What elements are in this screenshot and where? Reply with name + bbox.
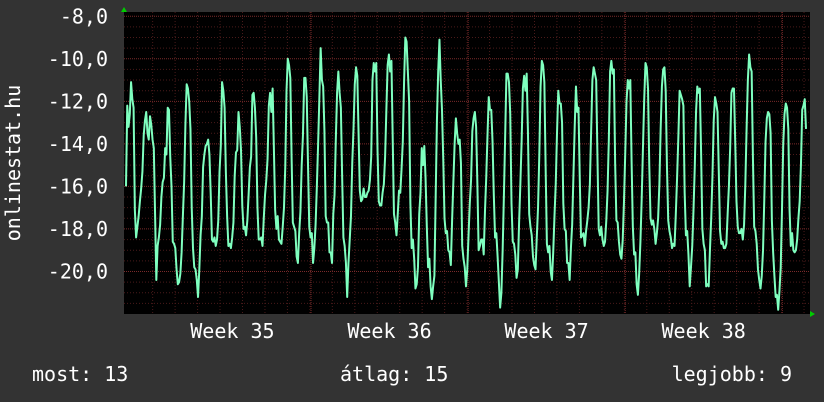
- x-tick-label: Week 38: [662, 319, 746, 343]
- x-tick-label: Week 36: [347, 319, 431, 343]
- y-tick-label: -14,0: [48, 132, 108, 156]
- y-axis-arrow-icon: [121, 7, 127, 12]
- y-tick-label: -8,0: [60, 4, 108, 28]
- best-value: legjobb: 9: [671, 362, 792, 386]
- x-tick-label: Week 37: [504, 319, 588, 343]
- side-label: onlinestat.hu: [1, 85, 25, 242]
- average-value: átlag: 15: [340, 362, 449, 386]
- y-tick-label: -18,0: [48, 217, 108, 241]
- y-tick-label: -20,0: [48, 259, 108, 283]
- chart: -8,0 -10,0 -12,0 -14,0 -16,0 -18,0 -20,0 Week …: [1, 4, 815, 343]
- x-tick-label: Week 35: [190, 319, 274, 343]
- y-tick-label: -16,0: [48, 174, 108, 198]
- x-axis-arrow-icon: [810, 311, 815, 317]
- y-tick-label: -10,0: [48, 47, 108, 71]
- y-tick-label: -12,0: [48, 89, 108, 113]
- current-value: most: 13: [32, 362, 129, 386]
